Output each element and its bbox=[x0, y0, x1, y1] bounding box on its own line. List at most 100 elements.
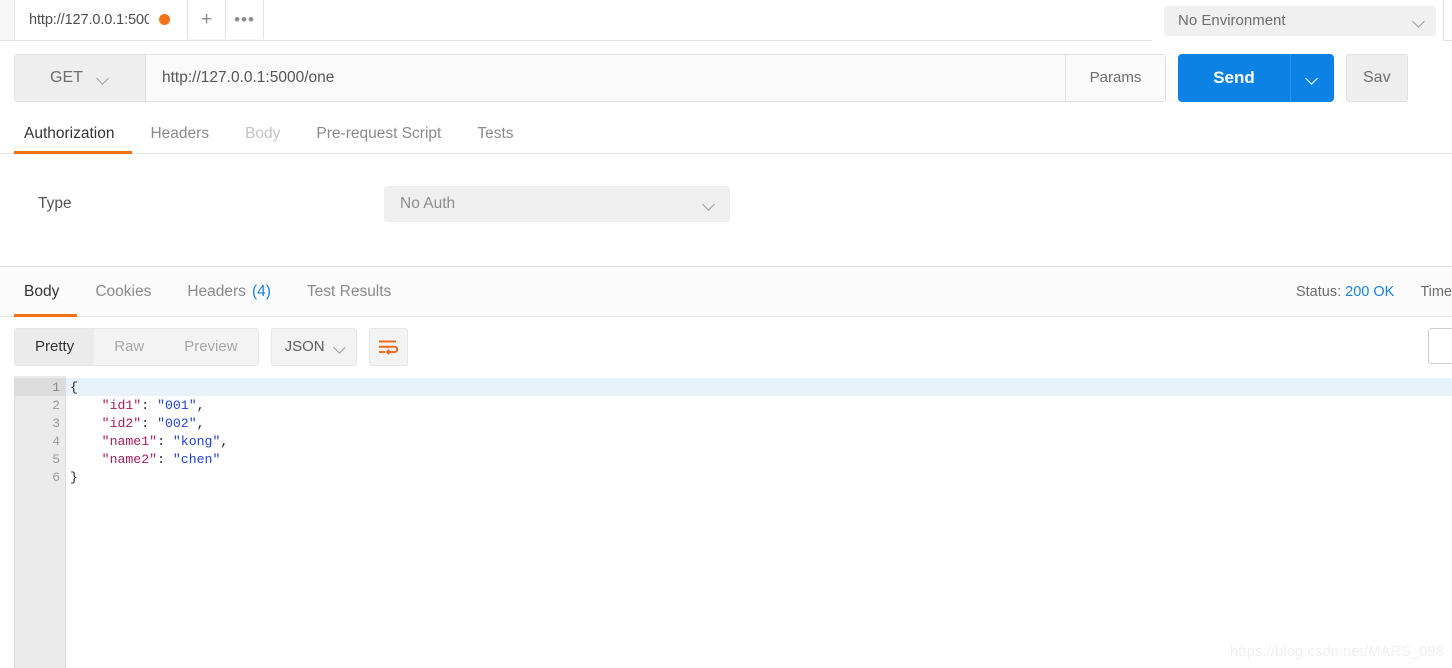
response-tab-body-label: Body bbox=[24, 283, 59, 301]
tab-authorization[interactable]: Authorization bbox=[14, 114, 132, 153]
json-colon: : bbox=[157, 434, 173, 449]
response-tab-cookies[interactable]: Cookies bbox=[77, 267, 169, 316]
json-key: "id1" bbox=[102, 398, 142, 413]
json-value: "kong" bbox=[173, 434, 220, 449]
code-indent bbox=[70, 398, 102, 413]
code-line: "id2": "002", bbox=[66, 414, 1452, 432]
postman-window: http://127.0.0.1:500 + ••• No Environmen… bbox=[0, 0, 1452, 668]
response-toolbar: Pretty Raw Preview JSON bbox=[0, 317, 1452, 376]
auth-type-row: Type No Auth bbox=[0, 186, 800, 222]
line-number-text: 2 bbox=[52, 398, 60, 413]
tab-options-button[interactable]: ••• bbox=[226, 0, 264, 39]
response-tab-test-results[interactable]: Test Results bbox=[289, 267, 409, 316]
json-value: "001" bbox=[157, 398, 197, 413]
json-comma: , bbox=[220, 434, 228, 449]
chevron-down-icon bbox=[1413, 17, 1426, 25]
json-colon: : bbox=[141, 398, 157, 413]
status-label: Status: bbox=[1296, 284, 1341, 300]
response-headers-count: (4) bbox=[252, 283, 271, 301]
tab-bar: http://127.0.0.1:500 + ••• No Environmen… bbox=[0, 0, 1452, 41]
send-button[interactable]: Send bbox=[1178, 54, 1290, 102]
line-number[interactable]: 6 bbox=[15, 468, 65, 486]
send-options-button[interactable] bbox=[1290, 54, 1334, 102]
line-number[interactable]: 2 bbox=[15, 396, 65, 414]
method-label: GET bbox=[50, 69, 83, 87]
code-line: { bbox=[66, 378, 1452, 396]
send-group: Send bbox=[1178, 54, 1334, 102]
tab-tests[interactable]: Tests bbox=[459, 114, 531, 153]
response-tab-headers[interactable]: Headers (4) bbox=[169, 267, 289, 316]
copy-button[interactable] bbox=[1428, 328, 1452, 364]
status-badge: Status: 200 OK bbox=[1296, 284, 1394, 300]
json-comma: , bbox=[197, 398, 205, 413]
line-number-gutter: 1 2 3 4 5 6 bbox=[15, 376, 66, 668]
auth-type-select[interactable]: No Auth bbox=[384, 186, 730, 222]
line-number[interactable]: 4 bbox=[15, 432, 65, 450]
request-tab-title: http://127.0.0.1:500 bbox=[29, 12, 149, 28]
environment-area: No Environment bbox=[1152, 0, 1444, 41]
environment-select[interactable]: No Environment bbox=[1164, 6, 1436, 36]
method-url-group: GET http://127.0.0.1:5000/one Params bbox=[14, 54, 1166, 102]
save-button[interactable]: Sav bbox=[1346, 54, 1408, 102]
time-label: Time bbox=[1420, 284, 1452, 300]
code-content[interactable]: { "id1": "001", "id2": "002", "name1": "… bbox=[66, 376, 1452, 668]
method-select[interactable]: GET bbox=[15, 55, 146, 101]
format-select[interactable]: JSON bbox=[271, 328, 357, 366]
chevron-down-icon bbox=[1306, 74, 1319, 82]
response-tab-test-results-label: Test Results bbox=[307, 283, 391, 301]
json-value: "002" bbox=[157, 416, 197, 431]
authorization-pane: Type No Auth bbox=[0, 154, 1452, 267]
view-mode-preview[interactable]: Preview bbox=[164, 329, 257, 365]
line-number-text: 5 bbox=[52, 452, 60, 467]
line-number[interactable]: 3 bbox=[15, 414, 65, 432]
line-number[interactable]: 5 bbox=[15, 450, 65, 468]
response-body-editor[interactable]: 1 2 3 4 5 6 { "id1": "001", "id2": "002"… bbox=[14, 376, 1452, 668]
request-tab[interactable]: http://127.0.0.1:500 bbox=[14, 0, 188, 40]
tab-headers[interactable]: Headers bbox=[132, 114, 227, 153]
json-brace: } bbox=[70, 470, 78, 485]
json-key: "name2" bbox=[102, 452, 157, 467]
line-number-text: 4 bbox=[52, 434, 60, 449]
response-tabs: Body Cookies Headers (4) Test Results St… bbox=[0, 267, 1452, 317]
response-tab-cookies-label: Cookies bbox=[95, 283, 151, 301]
tab-body[interactable]: Body bbox=[227, 114, 298, 153]
response-tab-headers-label: Headers bbox=[187, 283, 246, 301]
line-number-text: 1 bbox=[52, 380, 60, 395]
tab-pre-request-script[interactable]: Pre-request Script bbox=[298, 114, 459, 153]
code-indent bbox=[70, 452, 102, 467]
format-value: JSON bbox=[285, 338, 325, 355]
json-colon: : bbox=[157, 452, 173, 467]
request-tabs: Authorization Headers Body Pre-request S… bbox=[0, 114, 1452, 154]
json-comma: , bbox=[197, 416, 205, 431]
view-mode-pretty[interactable]: Pretty bbox=[15, 329, 94, 365]
auth-type-label: Type bbox=[0, 195, 384, 213]
auth-type-value: No Auth bbox=[400, 195, 455, 213]
line-number[interactable]: 1 bbox=[15, 378, 65, 396]
tab-bar-left: http://127.0.0.1:500 + ••• bbox=[0, 0, 264, 40]
view-mode-raw[interactable]: Raw bbox=[94, 329, 164, 365]
line-number-text: 6 bbox=[52, 470, 60, 485]
json-value: "chen" bbox=[173, 452, 220, 467]
code-indent bbox=[70, 416, 102, 431]
code-line: "name1": "kong", bbox=[66, 432, 1452, 450]
new-tab-button[interactable]: + bbox=[188, 0, 226, 39]
status-value: 200 OK bbox=[1345, 284, 1394, 300]
chevron-down-icon bbox=[703, 200, 716, 208]
url-bar: GET http://127.0.0.1:5000/one Params Sen… bbox=[0, 41, 1452, 114]
code-line: "name2": "chen" bbox=[66, 450, 1452, 468]
params-button[interactable]: Params bbox=[1065, 55, 1165, 101]
response-tab-body[interactable]: Body bbox=[14, 267, 77, 316]
line-number-text: 3 bbox=[52, 416, 60, 431]
environment-divider bbox=[1443, 0, 1444, 41]
word-wrap-button[interactable] bbox=[369, 328, 408, 366]
chevron-down-icon bbox=[97, 74, 110, 82]
code-indent bbox=[70, 434, 102, 449]
environment-selected-label: No Environment bbox=[1178, 12, 1286, 29]
json-key: "id2" bbox=[102, 416, 142, 431]
response-meta: Status: 200 OK Time bbox=[1296, 267, 1452, 317]
chevron-down-icon bbox=[334, 343, 347, 351]
unsaved-changes-dot bbox=[159, 14, 170, 25]
code-line: } bbox=[66, 468, 1452, 486]
url-input[interactable]: http://127.0.0.1:5000/one bbox=[146, 55, 1065, 101]
word-wrap-icon bbox=[378, 339, 398, 355]
